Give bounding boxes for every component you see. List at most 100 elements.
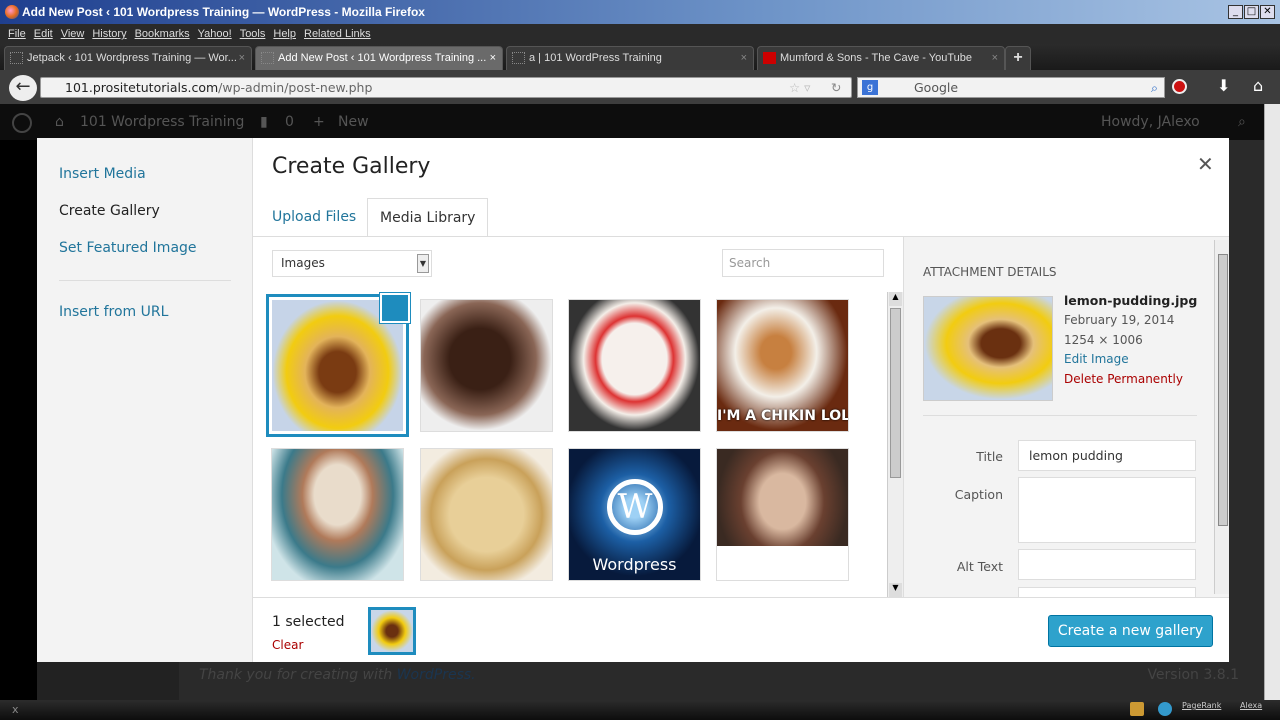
- menu-insert-media[interactable]: Insert Media: [59, 166, 146, 182]
- create-gallery-button[interactable]: Create a new gallery: [1048, 615, 1213, 647]
- scrollbar-thumb[interactable]: [1218, 254, 1228, 526]
- menu-insert-from-url[interactable]: Insert from URL: [59, 304, 168, 320]
- wordpress-logo-icon: W: [607, 479, 663, 535]
- firefox-icon: [5, 5, 19, 19]
- attachment-preview: [923, 296, 1053, 401]
- selection-count: 1 selected: [272, 614, 345, 630]
- tab-training[interactable]: a | 101 WordPress Training ×: [506, 46, 754, 70]
- filter-value: Images: [281, 256, 325, 270]
- new-link[interactable]: New: [338, 104, 369, 140]
- tab-add-new-post[interactable]: Add New Post ‹ 101 Wordpress Training ..…: [255, 46, 503, 70]
- image-dimensions: 1254 × 1006: [1064, 333, 1143, 347]
- menu-set-featured-image[interactable]: Set Featured Image: [59, 240, 197, 256]
- close-tab-icon[interactable]: ×: [992, 47, 998, 69]
- status-bar: x PageRank Alexa: [0, 700, 1280, 720]
- details-scrollbar[interactable]: [1214, 240, 1229, 594]
- google-icon[interactable]: g: [862, 80, 878, 95]
- youtube-icon: [763, 52, 776, 64]
- addon-icon[interactable]: [1158, 702, 1172, 716]
- url-bar[interactable]: 101.prositetutorials.com/wp-admin/post-n…: [40, 77, 852, 98]
- attachment-chocolate-cake[interactable]: [421, 300, 552, 431]
- maximize-button[interactable]: □: [1244, 5, 1259, 19]
- tab-upload-files[interactable]: Upload Files: [260, 198, 368, 237]
- page-icon: [512, 52, 525, 64]
- menu-bookmarks[interactable]: Bookmarks: [135, 28, 190, 40]
- page-scrollbar[interactable]: [1264, 104, 1280, 700]
- minimize-button[interactable]: _: [1228, 5, 1243, 19]
- download-icon[interactable]: ⬇: [1217, 76, 1230, 95]
- menu-yahoo[interactable]: Yahoo!: [198, 28, 232, 40]
- delete-permanently-link[interactable]: Delete Permanently: [1064, 372, 1183, 386]
- bookmark-star-icon[interactable]: ☆ ▿: [789, 78, 810, 97]
- addon-icon[interactable]: [1130, 702, 1144, 716]
- version-text: Version 3.8.1: [1147, 667, 1239, 683]
- attachment-man-portrait[interactable]: [717, 449, 848, 580]
- attachment-wordpress-logo[interactable]: W Wordpress: [569, 449, 700, 580]
- media-type-filter[interactable]: Images ▼: [272, 250, 432, 277]
- alt-text-input[interactable]: [1018, 549, 1196, 580]
- pagerank-widget[interactable]: PageRank: [1182, 701, 1221, 710]
- search-icon[interactable]: ⌕: [1238, 104, 1246, 140]
- menu-bar: File Edit View History Bookmarks Yahoo! Tools H…: [0, 24, 1280, 44]
- media-modal: Insert Media Create Gallery Set Featured…: [37, 138, 1229, 662]
- menu-help[interactable]: Help: [273, 28, 296, 40]
- comment-count: 0: [285, 114, 294, 130]
- comment-icon[interactable]: ▮: [260, 104, 268, 140]
- url-domain: 101.prositetutorials.com: [65, 80, 219, 95]
- description-input[interactable]: [1018, 587, 1196, 597]
- title-input[interactable]: lemon pudding: [1018, 440, 1196, 471]
- menu-related-links[interactable]: Related Links: [304, 28, 371, 40]
- page-icon: [10, 52, 23, 64]
- modal-title: Create Gallery: [272, 154, 431, 179]
- attachment-strawberry-cake[interactable]: [569, 300, 700, 431]
- search-icon[interactable]: ⌕: [1151, 78, 1158, 97]
- close-tab-icon[interactable]: ×: [741, 47, 747, 69]
- attachment-ice-cream-scoop[interactable]: [421, 449, 552, 580]
- wp-admin-bar: ⌂ 101 Wordpress Training ▮ 0 + New Howdy,…: [0, 104, 1280, 140]
- clear-selection-link[interactable]: Clear: [272, 638, 303, 652]
- close-window-button[interactable]: ✕: [1260, 5, 1275, 19]
- image-caption-text: I'M A CHIKIN LOL: [717, 408, 848, 424]
- page-icon: [261, 52, 274, 64]
- menu-file[interactable]: File: [8, 28, 26, 40]
- upload-date: February 19, 2014: [1064, 313, 1175, 327]
- new-tab-button[interactable]: +: [1005, 46, 1031, 70]
- attachment-ice-cream-sundae[interactable]: [272, 449, 403, 580]
- backdrop: [0, 140, 37, 700]
- menu-history[interactable]: History: [92, 28, 126, 40]
- media-search-input[interactable]: Search: [722, 249, 884, 277]
- menu-view[interactable]: View: [61, 28, 85, 40]
- search-bar[interactable]: g Google ⌕: [857, 77, 1165, 98]
- menu-tools[interactable]: Tools: [240, 28, 266, 40]
- alexa-widget[interactable]: Alexa: [1240, 701, 1262, 710]
- record-icon[interactable]: [1172, 79, 1187, 94]
- menu-edit[interactable]: Edit: [34, 28, 53, 40]
- scroll-down-icon[interactable]: ▼: [889, 583, 902, 597]
- tab-label: Add New Post ‹ 101 Wordpress Training ..…: [278, 52, 487, 64]
- attachment-chicken-cat[interactable]: I'M A CHIKIN LOL: [717, 300, 848, 431]
- wordpress-logo-icon[interactable]: [12, 113, 32, 133]
- reload-icon[interactable]: ↻: [831, 78, 841, 97]
- edit-image-link[interactable]: Edit Image: [1064, 352, 1129, 366]
- howdy-user[interactable]: Howdy, JAlexo: [1101, 104, 1200, 140]
- back-button[interactable]: ←: [9, 75, 37, 101]
- scrollbar-thumb[interactable]: [890, 308, 901, 478]
- tab-media-library[interactable]: Media Library: [367, 198, 489, 237]
- selected-check-icon[interactable]: [380, 293, 410, 323]
- selected-thumbnail[interactable]: [368, 607, 416, 655]
- scroll-up-icon[interactable]: ▲: [889, 292, 902, 306]
- close-tab-icon[interactable]: ×: [490, 47, 496, 69]
- attachments-scrollbar[interactable]: ▲ ▼: [887, 292, 903, 597]
- wordpress-link[interactable]: WordPress.: [397, 667, 476, 683]
- close-tab-icon[interactable]: ×: [239, 47, 245, 69]
- caption-textarea[interactable]: [1018, 477, 1196, 543]
- divider: [923, 415, 1197, 416]
- tab-label: Mumford & Sons - The Cave - YouTube: [780, 52, 972, 64]
- close-icon[interactable]: ✕: [1197, 152, 1214, 176]
- menu-create-gallery[interactable]: Create Gallery: [59, 203, 160, 219]
- site-name-link[interactable]: 101 Wordpress Training: [80, 104, 244, 140]
- close-addon-bar-button[interactable]: x: [12, 703, 19, 716]
- home-icon[interactable]: ⌂: [1253, 76, 1263, 95]
- tab-jetpack[interactable]: Jetpack ‹ 101 Wordpress Training — Wor..…: [4, 46, 252, 70]
- tab-youtube[interactable]: Mumford & Sons - The Cave - YouTube ×: [757, 46, 1005, 70]
